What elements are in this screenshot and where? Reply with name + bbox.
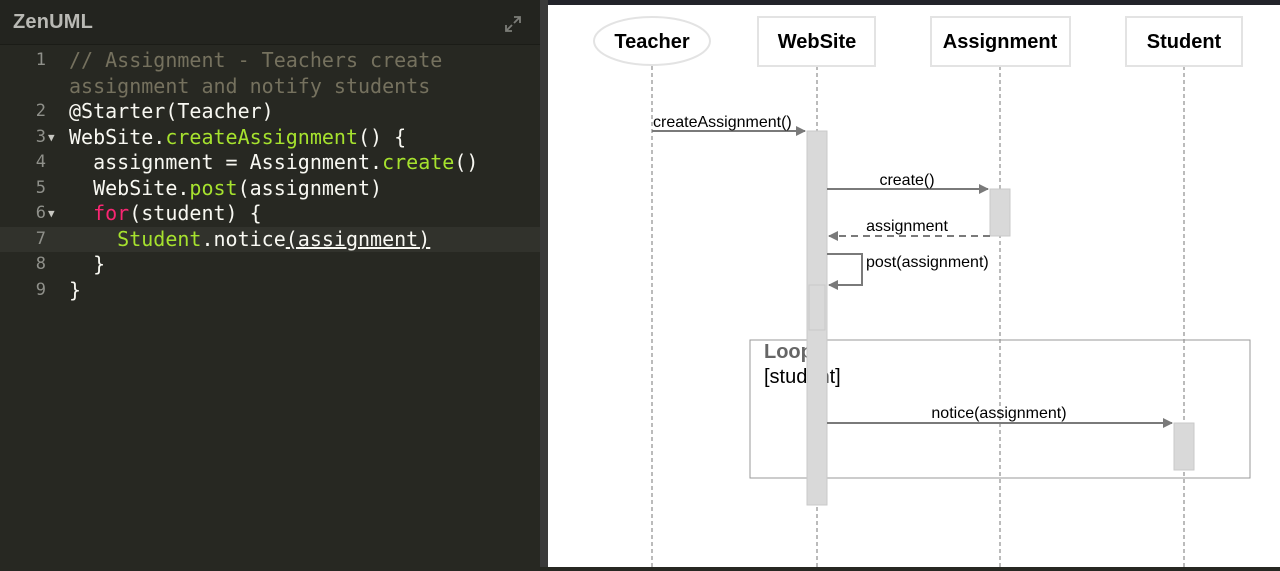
line-number: 7 <box>35 228 46 249</box>
app-header: ZenUML <box>0 0 540 45</box>
code-text: @Starter(Teacher) <box>69 99 274 123</box>
code-text: assignment and notify students <box>69 73 431 98</box>
message-notice[interactable]: notice(assignment) <box>827 405 1173 428</box>
code-text: Student.notice(assignment) <box>117 226 431 251</box>
participant-teacher[interactable]: Teacher <box>593 16 711 66</box>
line-number: 2 <box>35 101 46 121</box>
code-editor-pane: ZenUML 1 // Assignment - Teachers create… <box>0 0 540 567</box>
code-line[interactable]: 6 ▼ for(student) { <box>0 201 540 227</box>
sequence-diagram: Teacher WebSite Assignment Student Loop … <box>548 5 1280 567</box>
code-line[interactable]: 1 // Assignment - Teachers create <box>0 48 540 74</box>
fold-toggle-icon[interactable]: ▼ <box>48 125 62 144</box>
line-number: 6 <box>35 203 46 223</box>
message-create[interactable]: create() <box>827 172 989 194</box>
code-line[interactable]: 2 @Starter(Teacher) <box>0 99 540 125</box>
code-text: } <box>69 277 82 302</box>
line-number: 4 <box>35 152 46 172</box>
code-text: WebSite.post(assignment) <box>69 175 383 200</box>
code-line[interactable]: 5 WebSite.post(assignment) <box>0 176 540 202</box>
activation-assignment <box>989 188 1011 237</box>
message-label: create() <box>879 172 934 189</box>
message-return-assignment[interactable]: assignment <box>828 218 990 241</box>
participant-student[interactable]: Student <box>1125 16 1243 67</box>
participant-assignment[interactable]: Assignment <box>930 16 1071 67</box>
fragment-condition-label: [student] <box>764 366 841 388</box>
code-line[interactable]: 4 assignment = Assignment.create() <box>0 150 540 176</box>
app-title: ZenUML <box>13 11 94 33</box>
participant-label: Assignment <box>943 31 1058 53</box>
code-editor[interactable]: 1 // Assignment - Teachers create assign… <box>0 48 540 567</box>
participant-website[interactable]: WebSite <box>757 16 876 67</box>
line-number: 1 <box>35 50 46 70</box>
activation-student <box>1173 422 1195 471</box>
fold-toggle-icon[interactable]: ▼ <box>48 201 62 220</box>
message-label: post(assignment) <box>866 254 989 271</box>
line-number: 9 <box>35 279 46 300</box>
code-line[interactable]: 9 } <box>0 278 540 304</box>
line-number: 5 <box>35 177 46 198</box>
pane-splitter[interactable] <box>540 0 548 567</box>
code-text: } <box>69 252 106 276</box>
participant-label: WebSite <box>778 31 857 53</box>
participant-label: Teacher <box>614 31 689 53</box>
line-number: 8 <box>35 254 46 274</box>
code-line[interactable]: assignment and notify students <box>0 74 540 100</box>
code-line[interactable]: 8 } <box>0 252 540 278</box>
code-text: for(student) { <box>93 201 262 225</box>
code-text: WebSite.createAssignment() { <box>69 124 407 149</box>
message-label: notice(assignment) <box>931 405 1066 422</box>
code-line-active[interactable]: 7 Student.notice(assignment) <box>0 226 540 252</box>
code-text: // Assignment - Teachers create <box>69 48 443 72</box>
code-line[interactable]: 3 ▼ WebSite.createAssignment() { <box>0 125 540 151</box>
line-number: 3 <box>35 126 46 147</box>
fragment-type-label: Loop <box>764 341 813 363</box>
code-text: assignment = Assignment.create() <box>69 150 479 174</box>
participant-label: Student <box>1147 31 1222 53</box>
message-post[interactable]: post(assignment) <box>827 253 989 290</box>
message-create-assignment[interactable]: createAssignment() <box>652 114 806 136</box>
message-label: assignment <box>866 218 948 235</box>
activation-website-self <box>808 284 826 331</box>
expand-icon[interactable] <box>503 14 523 34</box>
message-label: createAssignment() <box>653 114 792 131</box>
